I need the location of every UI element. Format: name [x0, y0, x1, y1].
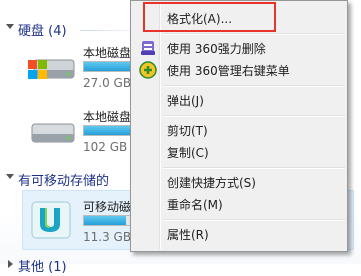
menu-item-copy[interactable]: 复制(C) [133, 141, 345, 163]
annotation-highlight-box [143, 2, 276, 32]
group-title: 其他 (1) [18, 260, 67, 275]
collapse-arrow-icon[interactable] [6, 174, 14, 179]
group-divider [80, 30, 130, 31]
removable-disk-icon [31, 201, 71, 239]
menu-separator [163, 219, 345, 221]
hard-drive-icon [31, 123, 75, 143]
menu-item-rename[interactable]: 重命名(M) [133, 193, 345, 215]
collapse-arrow-icon[interactable] [6, 24, 14, 29]
menu-item-eject[interactable]: 弹出(J) [133, 89, 345, 111]
hard-drive-windows-icon [28, 59, 75, 79]
group-title: 硬盘 (4) [18, 24, 67, 39]
context-menu: 格式化(A)... 使用 360强力删除 使用 360管理右键菜单 弹出(J) … [130, 0, 348, 252]
menu-separator [163, 33, 345, 35]
expand-arrow-icon[interactable] [8, 260, 13, 268]
drive-size: 102 GB [83, 140, 128, 154]
menu-item-label: 属性(R) [167, 228, 209, 242]
drive-name: 本地磁盘 [83, 110, 132, 124]
menu-item-label: 复制(C) [167, 146, 209, 160]
drive-size: 11.3 GB [83, 230, 132, 244]
menu-item-360-shred[interactable]: 使用 360强力删除 [133, 37, 345, 59]
menu-item-label: 创建快捷方式(S) [167, 176, 256, 190]
menu-item-label: 重命名(M) [167, 198, 223, 212]
menu-item-label: 使用 360强力删除 [167, 42, 266, 56]
menu-item-label: 剪切(T) [167, 124, 208, 138]
menu-item-label: 弹出(J) [167, 94, 204, 108]
drive-name: 本地磁盘 [83, 46, 132, 60]
drive-name: 可移动磁 [83, 200, 132, 214]
menu-item-label: 使用 360管理右键菜单 [167, 64, 290, 78]
capacity-bar [83, 215, 131, 226]
menu-separator [163, 115, 345, 117]
menu-item-create-shortcut[interactable]: 创建快捷方式(S) [133, 171, 345, 193]
group-header-other[interactable]: 其他 (1) [0, 256, 361, 276]
menu-separator [163, 85, 345, 87]
capacity-fill [84, 216, 127, 225]
360-menu-manager-icon [139, 61, 157, 79]
360-shred-icon [141, 41, 155, 55]
menu-item-properties[interactable]: 属性(R) [133, 223, 345, 245]
group-title: 有可移动存储的 [18, 174, 110, 189]
menu-item-cut[interactable]: 剪切(T) [133, 119, 345, 141]
drive-size: 27.0 GB [83, 76, 132, 90]
menu-item-360-menu-manager[interactable]: 使用 360管理右键菜单 [133, 59, 345, 81]
menu-separator [163, 167, 345, 169]
